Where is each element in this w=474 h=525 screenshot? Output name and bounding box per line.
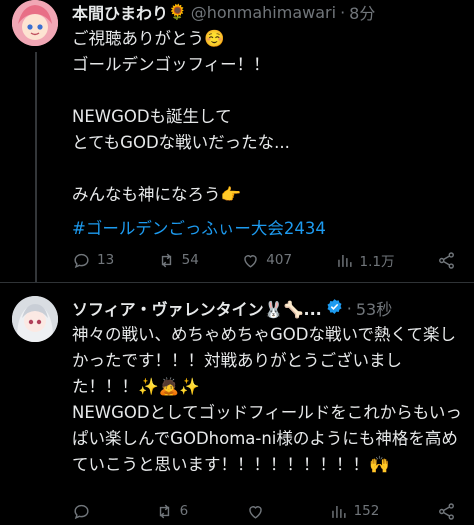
post-header: ソフィア・ヴァレンタイン🐰🦴... · 53秒 [72,296,462,320]
views-icon [331,505,346,518]
share-button[interactable] [437,502,456,521]
display-name[interactable]: 本間ひまわり [72,0,168,24]
post-divider [0,282,474,283]
display-name[interactable]: ソフィア・ヴァレンタイン🐰🦴... [72,296,322,320]
post-header: 本間ひまわり 🌻 @honmahimawari · 8分 [72,0,462,24]
post-body: ご視聴ありがとう☺️ ゴールデンゴッフィー！！ NEWGODも誕生して とてもG… [72,29,290,204]
reply-icon [74,253,89,268]
post[interactable]: ソフィア・ヴァレンタイン🐰🦴... · 53秒 神々の戦い、めちゃめちゃGODな… [72,296,462,478]
separator-dot: · [346,298,352,318]
repost-button[interactable]: 54 [157,251,199,270]
reply-button[interactable] [72,502,97,521]
timestamp[interactable]: 8分 [349,0,375,24]
post-body: 神々の戦い、めちゃめちゃGODな戦いで熱くて楽しかったです！！！対戦ありがとうご… [72,325,462,474]
views-count: 1.1万 [359,254,395,270]
views-icon [337,254,352,267]
avatar[interactable] [12,296,58,342]
like-icon [249,505,262,519]
repost-count: 6 [179,503,189,519]
separator-dot: · [340,2,346,22]
timestamp[interactable]: 53秒 [356,296,392,320]
like-count: 407 [266,252,293,268]
hashtag-link[interactable]: #ゴールデンごっふぃー大会2434 [72,216,462,242]
views-button[interactable]: 1.1万 [335,250,395,270]
like-icon [244,254,258,268]
repost-button[interactable]: 6 [155,502,189,521]
share-button[interactable] [437,251,456,270]
post[interactable]: 本間ひまわり 🌻 @honmahimawari · 8分 ご視聴ありがとう☺️ … [72,0,462,242]
repost-icon [161,253,171,267]
share-icon [439,251,454,269]
avatar[interactable] [12,0,58,46]
repost-count: 54 [181,252,199,268]
like-button[interactable]: 407 [241,251,292,270]
share-icon [439,502,454,520]
repost-icon [159,504,169,518]
reply-button[interactable]: 13 [72,251,114,270]
views-button[interactable]: 152 [329,502,380,521]
like-button[interactable] [246,502,271,521]
thread-connector [35,52,37,282]
post-actions: 6 152 [72,500,456,522]
handle[interactable]: @honmahimawari [191,3,336,22]
name-emoji: 🌻 [168,3,187,21]
post-actions: 13 54 407 1.1万 [72,249,456,271]
views-count: 152 [353,503,380,519]
reply-count: 13 [97,252,115,268]
verified-icon [326,298,343,319]
reply-icon [74,504,89,519]
